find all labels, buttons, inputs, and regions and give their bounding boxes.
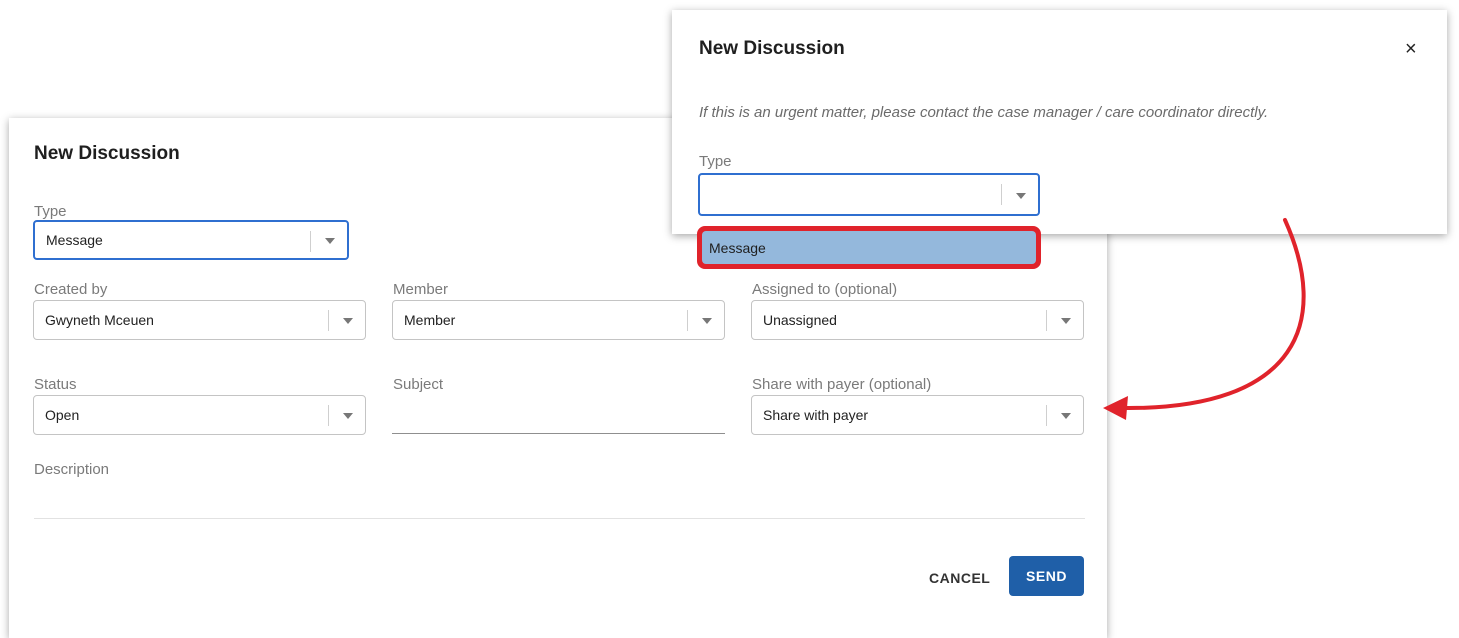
share-with-payer-value: Share with payer — [763, 407, 869, 423]
subject-label: Subject — [393, 376, 444, 393]
member-value: Member — [404, 312, 456, 328]
chevron-down-icon[interactable] — [1061, 318, 1071, 324]
send-button[interactable]: SEND — [1009, 556, 1084, 596]
status-value: Open — [45, 407, 80, 423]
dropdown-option-message[interactable]: Message — [697, 226, 1041, 269]
chevron-down-icon[interactable] — [325, 238, 335, 244]
created-by-select[interactable]: Gwyneth Mceuen — [33, 300, 366, 340]
select-separator — [310, 231, 311, 252]
chevron-down-icon[interactable] — [1016, 192, 1026, 199]
select-separator — [328, 310, 329, 331]
description-label: Description — [34, 461, 110, 478]
urgent-note: If this is an urgent matter, please cont… — [699, 104, 1269, 121]
member-label: Member — [393, 281, 449, 298]
created-by-label: Created by — [34, 281, 108, 298]
select-separator — [328, 405, 329, 426]
dialog-title: New Discussion — [699, 38, 845, 59]
share-with-payer-select[interactable]: Share with payer — [751, 395, 1084, 435]
type-label: Type — [699, 153, 732, 170]
option-label: Message — [709, 239, 766, 256]
cancel-button[interactable]: CANCEL — [929, 567, 990, 589]
assigned-to-select[interactable]: Unassigned — [751, 300, 1084, 340]
select-separator — [1001, 184, 1002, 205]
type-select[interactable]: Message — [33, 220, 349, 260]
chevron-down-icon[interactable] — [1061, 413, 1071, 419]
type-select-value: Message — [46, 232, 103, 248]
subject-input[interactable] — [392, 404, 725, 434]
description-input-underline[interactable] — [34, 518, 1085, 519]
chevron-down-icon[interactable] — [343, 318, 353, 324]
status-label: Status — [34, 376, 77, 393]
select-separator — [1046, 310, 1047, 331]
chevron-down-icon[interactable] — [343, 413, 353, 419]
close-icon[interactable]: × — [1405, 39, 1417, 59]
select-separator — [687, 310, 688, 331]
created-by-value: Gwyneth Mceuen — [45, 312, 154, 328]
assigned-to-label: Assigned to (optional) — [752, 281, 898, 298]
select-separator — [1046, 405, 1047, 426]
new-discussion-dialog-front: New Discussion × If this is an urgent ma… — [672, 10, 1447, 234]
type-label: Type — [34, 203, 67, 220]
assigned-to-value: Unassigned — [763, 312, 837, 328]
member-select[interactable]: Member — [392, 300, 725, 340]
dialog-title: New Discussion — [34, 143, 180, 164]
type-select[interactable] — [698, 173, 1040, 216]
status-select[interactable]: Open — [33, 395, 366, 435]
share-with-payer-label: Share with payer (optional) — [752, 376, 932, 393]
chevron-down-icon[interactable] — [702, 318, 712, 324]
